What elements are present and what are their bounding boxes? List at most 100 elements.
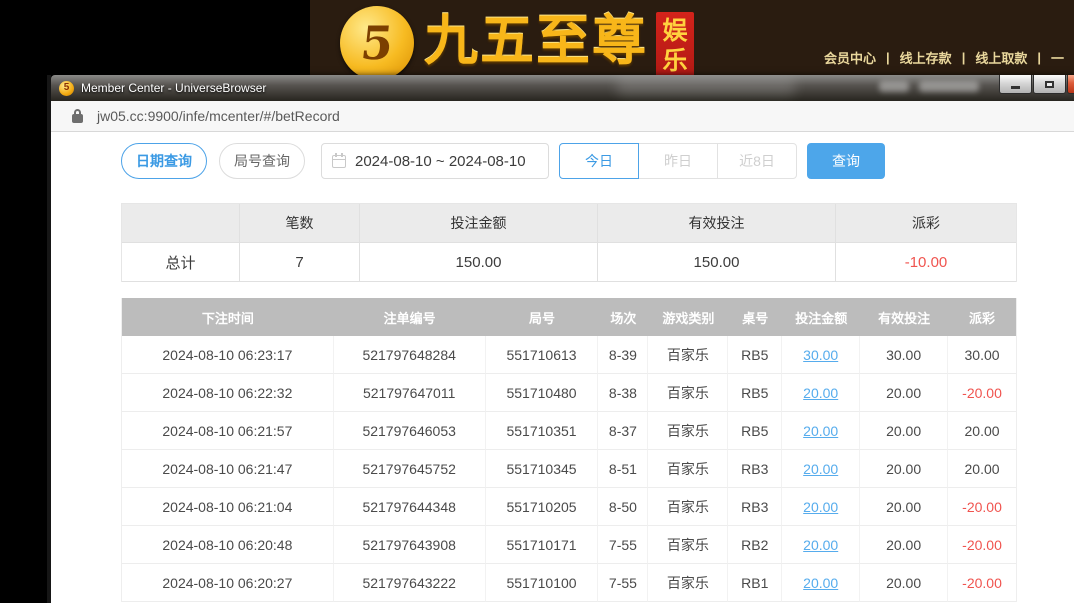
header-bet-amount: 投注金额 <box>782 298 860 336</box>
maximize-icon <box>1045 81 1054 88</box>
table-no-cell: RB3 <box>728 450 782 488</box>
blurred-user-info <box>879 81 909 92</box>
valid-bet-cell: 20.00 <box>860 564 948 602</box>
table-row: 2024-08-10 06:23:17521797648284551710613… <box>122 336 1016 374</box>
bet-amount-link[interactable]: 20.00 <box>803 423 838 439</box>
game-cell: 百家乐 <box>648 374 728 412</box>
payout-cell: -20.00 <box>948 564 1016 602</box>
round-cell: 551710205 <box>486 488 599 526</box>
session-cell: 8-39 <box>598 336 648 374</box>
payout-cell: -20.00 <box>948 526 1016 564</box>
bet-amount-link[interactable]: 20.00 <box>803 385 838 401</box>
maximize-button[interactable] <box>1033 75 1066 94</box>
browser-window: 5 Member Center - UniverseBrowser ✕ jw05… <box>47 75 1074 603</box>
summary-table: 笔数 投注金额 有效投注 派彩 总计 7 150.00 150.00 -10.0… <box>121 203 1017 282</box>
bet-time-cell: 2024-08-10 06:23:17 <box>122 336 334 374</box>
bet-id-cell: 521797648284 <box>334 336 486 374</box>
bet-time-cell: 2024-08-10 06:22:32 <box>122 374 334 412</box>
quick-yesterday-button[interactable]: 昨日 <box>638 143 718 179</box>
round-cell: 551710345 <box>486 450 599 488</box>
titlebar-glass-reflection <box>616 78 796 96</box>
date-query-tab[interactable]: 日期查询 <box>121 143 207 179</box>
game-cell: 百家乐 <box>648 336 728 374</box>
bet-id-cell: 521797643222 <box>334 564 486 602</box>
table-no-cell: RB2 <box>728 526 782 564</box>
bet-amount-link: 20.00 <box>782 412 860 450</box>
header-game-type: 游戏类别 <box>648 298 728 336</box>
nav-member-center[interactable]: 会员中心 <box>814 48 886 67</box>
nav-online-deposit[interactable]: 线上存款 <box>890 48 962 67</box>
calendar-icon <box>332 155 346 168</box>
round-cell: 551710351 <box>486 412 599 450</box>
page-viewport: 日期查询 局号查询 2024-08-10 ~ 2024-08-10 今日 昨日 … <box>51 132 1074 603</box>
quick-range-group: 今日 昨日 近8日 <box>559 143 797 179</box>
summary-header-valid-bet: 有效投注 <box>598 204 836 243</box>
bet-amount-link: 20.00 <box>782 374 860 412</box>
header-bet-id: 注单编号 <box>334 298 486 336</box>
blurred-user-info <box>919 81 979 92</box>
window-titlebar[interactable]: 5 Member Center - UniverseBrowser ✕ <box>51 75 1074 101</box>
table-row: 2024-08-10 06:20:48521797643908551710171… <box>122 526 1016 564</box>
summary-header-payout: 派彩 <box>836 204 1016 243</box>
table-no-cell: RB5 <box>728 374 782 412</box>
table-row: 2024-08-10 06:21:47521797645752551710345… <box>122 450 1016 488</box>
address-bar[interactable]: jw05.cc:9900/infe/mcenter/#/betRecord <box>51 101 1074 132</box>
valid-bet-cell: 30.00 <box>860 336 948 374</box>
url-text[interactable]: jw05.cc:9900/infe/mcenter/#/betRecord <box>97 108 340 124</box>
quick-today-button[interactable]: 今日 <box>559 143 639 179</box>
session-cell: 8-51 <box>598 450 648 488</box>
banner-char: 娱 <box>662 17 687 46</box>
bet-amount-link: 20.00 <box>782 526 860 564</box>
header-bet-time: 下注时间 <box>122 298 334 336</box>
valid-bet-cell: 20.00 <box>860 374 948 412</box>
bet-id-cell: 521797643908 <box>334 526 486 564</box>
window-favicon-icon: 5 <box>59 81 74 96</box>
bet-time-cell: 2024-08-10 06:20:48 <box>122 526 334 564</box>
bet-amount-link: 20.00 <box>782 450 860 488</box>
minimize-button[interactable] <box>999 75 1032 94</box>
table-no-cell: RB5 <box>728 412 782 450</box>
banner-char: 乐 <box>662 47 687 76</box>
close-button[interactable]: ✕ <box>1067 75 1074 94</box>
game-cell: 百家乐 <box>648 488 728 526</box>
bet-amount-link[interactable]: 20.00 <box>803 499 838 515</box>
payout-cell: 20.00 <box>948 412 1016 450</box>
game-cell: 百家乐 <box>648 564 728 602</box>
date-range-input[interactable]: 2024-08-10 ~ 2024-08-10 <box>321 143 549 179</box>
header-table-no: 桌号 <box>728 298 782 336</box>
bet-table-body: 2024-08-10 06:23:17521797648284551710613… <box>122 336 1016 602</box>
summary-header-row: 笔数 投注金额 有效投注 派彩 <box>122 204 1016 243</box>
nav-online-withdraw[interactable]: 线上取款 <box>965 48 1037 67</box>
filter-row: 日期查询 局号查询 2024-08-10 ~ 2024-08-10 今日 昨日 … <box>121 143 1017 179</box>
search-button[interactable]: 查询 <box>807 143 885 179</box>
round-cell: 551710100 <box>486 564 599 602</box>
summary-valid-bet-value: 150.00 <box>598 243 836 282</box>
payout-cell: 20.00 <box>948 450 1016 488</box>
table-row: 2024-08-10 06:20:27521797643222551710100… <box>122 564 1016 602</box>
table-no-cell: RB1 <box>728 564 782 602</box>
valid-bet-cell: 20.00 <box>860 488 948 526</box>
bet-amount-link[interactable]: 20.00 <box>803 537 838 553</box>
bet-amount-link: 30.00 <box>782 336 860 374</box>
bet-record-table: 下注时间 注单编号 局号 场次 游戏类别 桌号 投注金额 有效投注 派彩 202… <box>121 298 1017 602</box>
bet-amount-link[interactable]: 30.00 <box>803 347 838 363</box>
table-no-cell: RB5 <box>728 336 782 374</box>
quick-last8days-button[interactable]: 近8日 <box>717 143 797 179</box>
bet-id-cell: 521797645752 <box>334 450 486 488</box>
bet-id-cell: 521797644348 <box>334 488 486 526</box>
nav-trailing-partial[interactable]: 一 <box>1041 48 1074 67</box>
summary-payout-value: -10.00 <box>836 243 1016 282</box>
bet-amount-link[interactable]: 20.00 <box>803 461 838 477</box>
session-cell: 8-50 <box>598 488 648 526</box>
payout-cell: -20.00 <box>948 374 1016 412</box>
bet-amount-link[interactable]: 20.00 <box>803 575 838 591</box>
header-session: 场次 <box>598 298 648 336</box>
summary-header-blank <box>122 204 240 243</box>
minimize-icon <box>1011 86 1020 89</box>
header-valid-bet: 有效投注 <box>860 298 948 336</box>
summary-bet-amount-value: 150.00 <box>360 243 598 282</box>
round-cell: 551710613 <box>486 336 599 374</box>
round-query-tab[interactable]: 局号查询 <box>219 143 305 179</box>
lock-icon <box>72 114 83 123</box>
bet-time-cell: 2024-08-10 06:21:57 <box>122 412 334 450</box>
